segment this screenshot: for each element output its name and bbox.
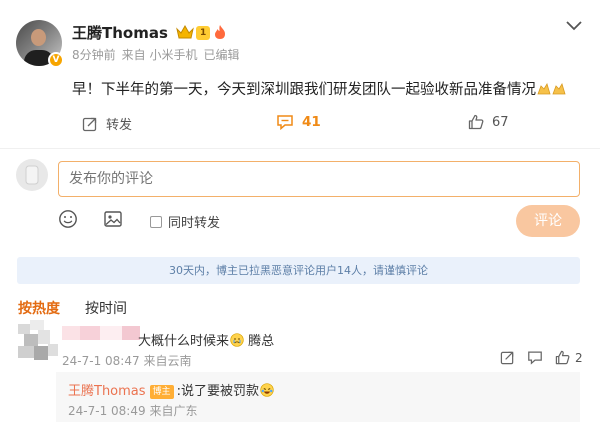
tab-sort-hot[interactable]: 按热度 bbox=[18, 298, 60, 318]
reply-author[interactable]: 王腾Thomas bbox=[68, 384, 146, 399]
comment-suffix: 腾总 bbox=[248, 334, 275, 349]
clap-emoji-icon bbox=[537, 83, 551, 95]
repost-icon bbox=[82, 117, 97, 131]
user-placeholder-icon bbox=[25, 165, 39, 185]
image-icon[interactable] bbox=[103, 209, 123, 229]
commenter-avatar[interactable] bbox=[18, 320, 58, 364]
repost-checkbox-text: 同时转发 bbox=[168, 216, 221, 231]
like-button[interactable]: 67 bbox=[468, 114, 509, 130]
verified-badge: V bbox=[48, 52, 64, 68]
comment-icon bbox=[277, 115, 293, 130]
reply-time: 24-7-1 08:49 bbox=[68, 404, 146, 418]
comment-like-count: 2 bbox=[575, 350, 583, 365]
comment-like-button[interactable]: 2 bbox=[555, 350, 583, 365]
like-count: 67 bbox=[492, 114, 509, 130]
chevron-down-icon[interactable] bbox=[565, 20, 583, 32]
post-source: 来自 小米手机 bbox=[121, 48, 198, 62]
comment-text: 大概什么时候来 腾总 bbox=[138, 330, 274, 349]
laughing-crying-emoji-icon bbox=[260, 383, 274, 397]
reply-location: 来自广东 bbox=[149, 404, 198, 418]
fire-icon[interactable] bbox=[214, 24, 226, 40]
thumb-up-icon bbox=[555, 350, 570, 365]
emoji-icon[interactable] bbox=[58, 209, 78, 229]
comment-repost-icon[interactable] bbox=[500, 350, 515, 365]
post-edited[interactable]: 已编辑 bbox=[203, 48, 239, 62]
blogger-badge: 博主 bbox=[149, 385, 174, 399]
repost-checkbox[interactable] bbox=[150, 215, 162, 228]
repost-checkbox-label[interactable]: 同时转发 bbox=[150, 212, 220, 231]
comment-input[interactable] bbox=[58, 161, 580, 197]
repost-button[interactable]: 转发 bbox=[82, 114, 132, 133]
comment-count: 41 bbox=[302, 114, 321, 130]
reply-line: 王腾Thomas 博主:说了要被罚款 bbox=[68, 380, 274, 399]
comment-time: 24-7-1 08:47 bbox=[62, 354, 140, 368]
thumb-up-icon bbox=[468, 114, 484, 130]
comment-meta: 24-7-1 08:47 来自云南 bbox=[62, 352, 191, 369]
comment-reply-icon[interactable] bbox=[527, 350, 543, 365]
comment-body: 大概什么时候来 bbox=[138, 334, 230, 349]
repost-label: 转发 bbox=[106, 118, 133, 133]
tab-sort-time[interactable]: 按时间 bbox=[85, 298, 127, 318]
divider bbox=[0, 148, 600, 149]
comment-button[interactable]: 41 bbox=[276, 114, 321, 130]
my-avatar bbox=[16, 159, 48, 191]
post-body: 早！下半年的第一天，今天到深圳跟我们研发团队一起验收新品准备情况 bbox=[72, 82, 536, 98]
moderation-notice: 30天内，博主已拉黑恶意评论用户14人，请谨慎评论 bbox=[17, 257, 580, 284]
reply-text: :说了要被罚款 bbox=[176, 384, 259, 399]
post-text: 早！下半年的第一天，今天到深圳跟我们研发团队一起验收新品准备情况 bbox=[72, 78, 566, 99]
commenter-name-blurred[interactable] bbox=[62, 326, 140, 340]
submit-comment-button[interactable]: 评论 bbox=[516, 205, 580, 237]
crying-face-emoji-icon bbox=[230, 333, 244, 347]
crown-icon[interactable] bbox=[176, 24, 194, 40]
post-meta: 8分钟前 来自 小米手机 已编辑 bbox=[72, 46, 245, 63]
reply-meta: 24-7-1 08:49 来自广东 bbox=[68, 402, 197, 419]
level-badge[interactable]: 1 bbox=[196, 26, 211, 40]
author-name[interactable]: 王腾Thomas bbox=[72, 22, 168, 43]
post-time[interactable]: 8分钟前 bbox=[72, 48, 116, 62]
comment-location: 来自云南 bbox=[143, 354, 192, 368]
clap-emoji-icon bbox=[552, 83, 566, 95]
